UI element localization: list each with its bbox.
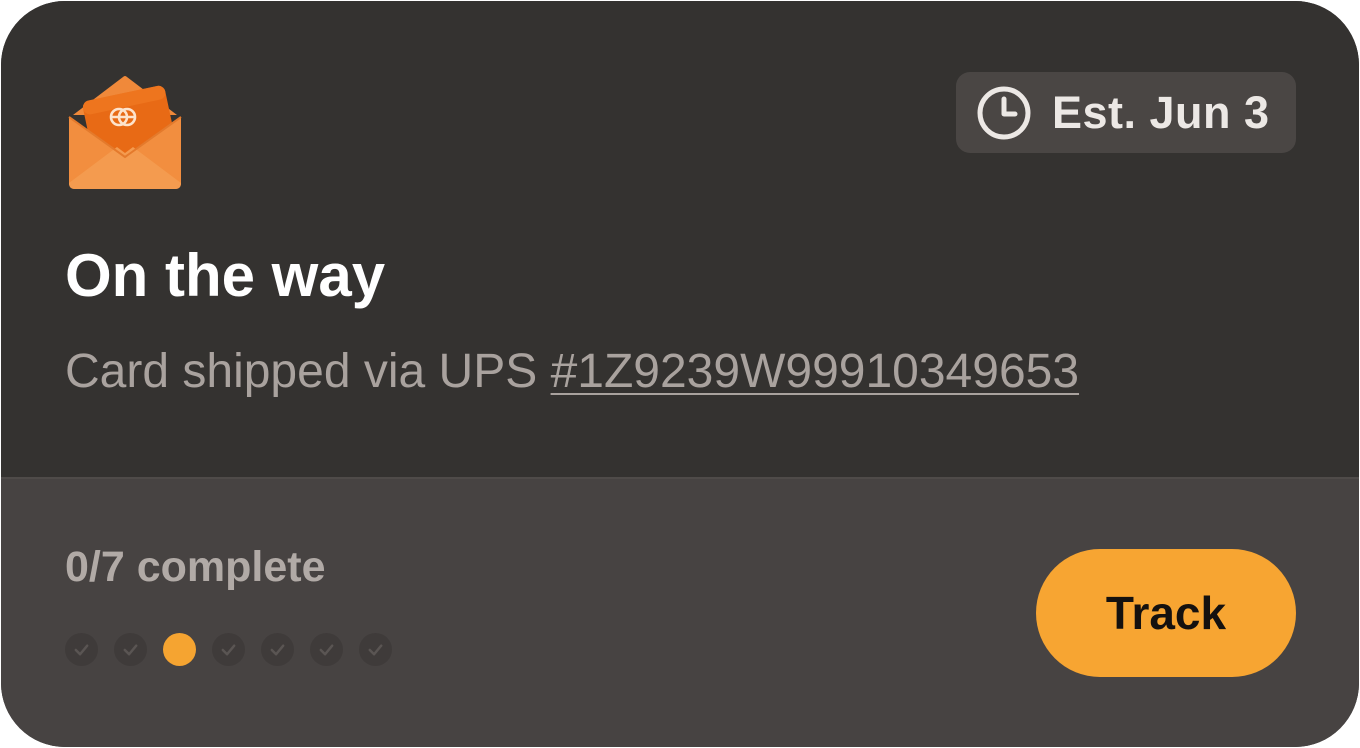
- shipping-status-card: Est. Jun 3 On the way Card shipped via U…: [1, 1, 1359, 747]
- eta-label: Est. Jun 3: [1052, 86, 1270, 138]
- card-header-section: Est. Jun 3 On the way Card shipped via U…: [1, 1, 1359, 477]
- eta-badge: Est. Jun 3: [956, 72, 1296, 153]
- status-title: On the way: [65, 242, 386, 309]
- checkmark-icon: [221, 644, 236, 656]
- checkmark-icon: [319, 644, 334, 656]
- shipping-carrier-text: Card shipped via UPS: [65, 345, 551, 398]
- checkmark-icon: [270, 644, 285, 656]
- checkmark-icon: [368, 644, 383, 656]
- checkmark-icon: [74, 644, 89, 656]
- clock-icon: [977, 86, 1031, 139]
- track-button[interactable]: Track: [1036, 549, 1296, 677]
- progress-step: [212, 633, 245, 666]
- progress-step: [261, 633, 294, 666]
- progress-step: [359, 633, 392, 666]
- envelope-card-icon: [68, 76, 182, 189]
- progress-step: [65, 633, 98, 666]
- progress-step: [310, 633, 343, 666]
- progress-steps: [65, 633, 408, 666]
- progress-step-active: [163, 633, 196, 666]
- tracking-number-link[interactable]: #1Z9239W99910349653: [551, 345, 1079, 398]
- status-subtitle: Card shipped via UPS #1Z9239W99910349653: [65, 344, 1079, 399]
- progress-step: [114, 633, 147, 666]
- checkmark-icon: [123, 644, 138, 656]
- progress-label: 0/7 complete: [65, 543, 326, 591]
